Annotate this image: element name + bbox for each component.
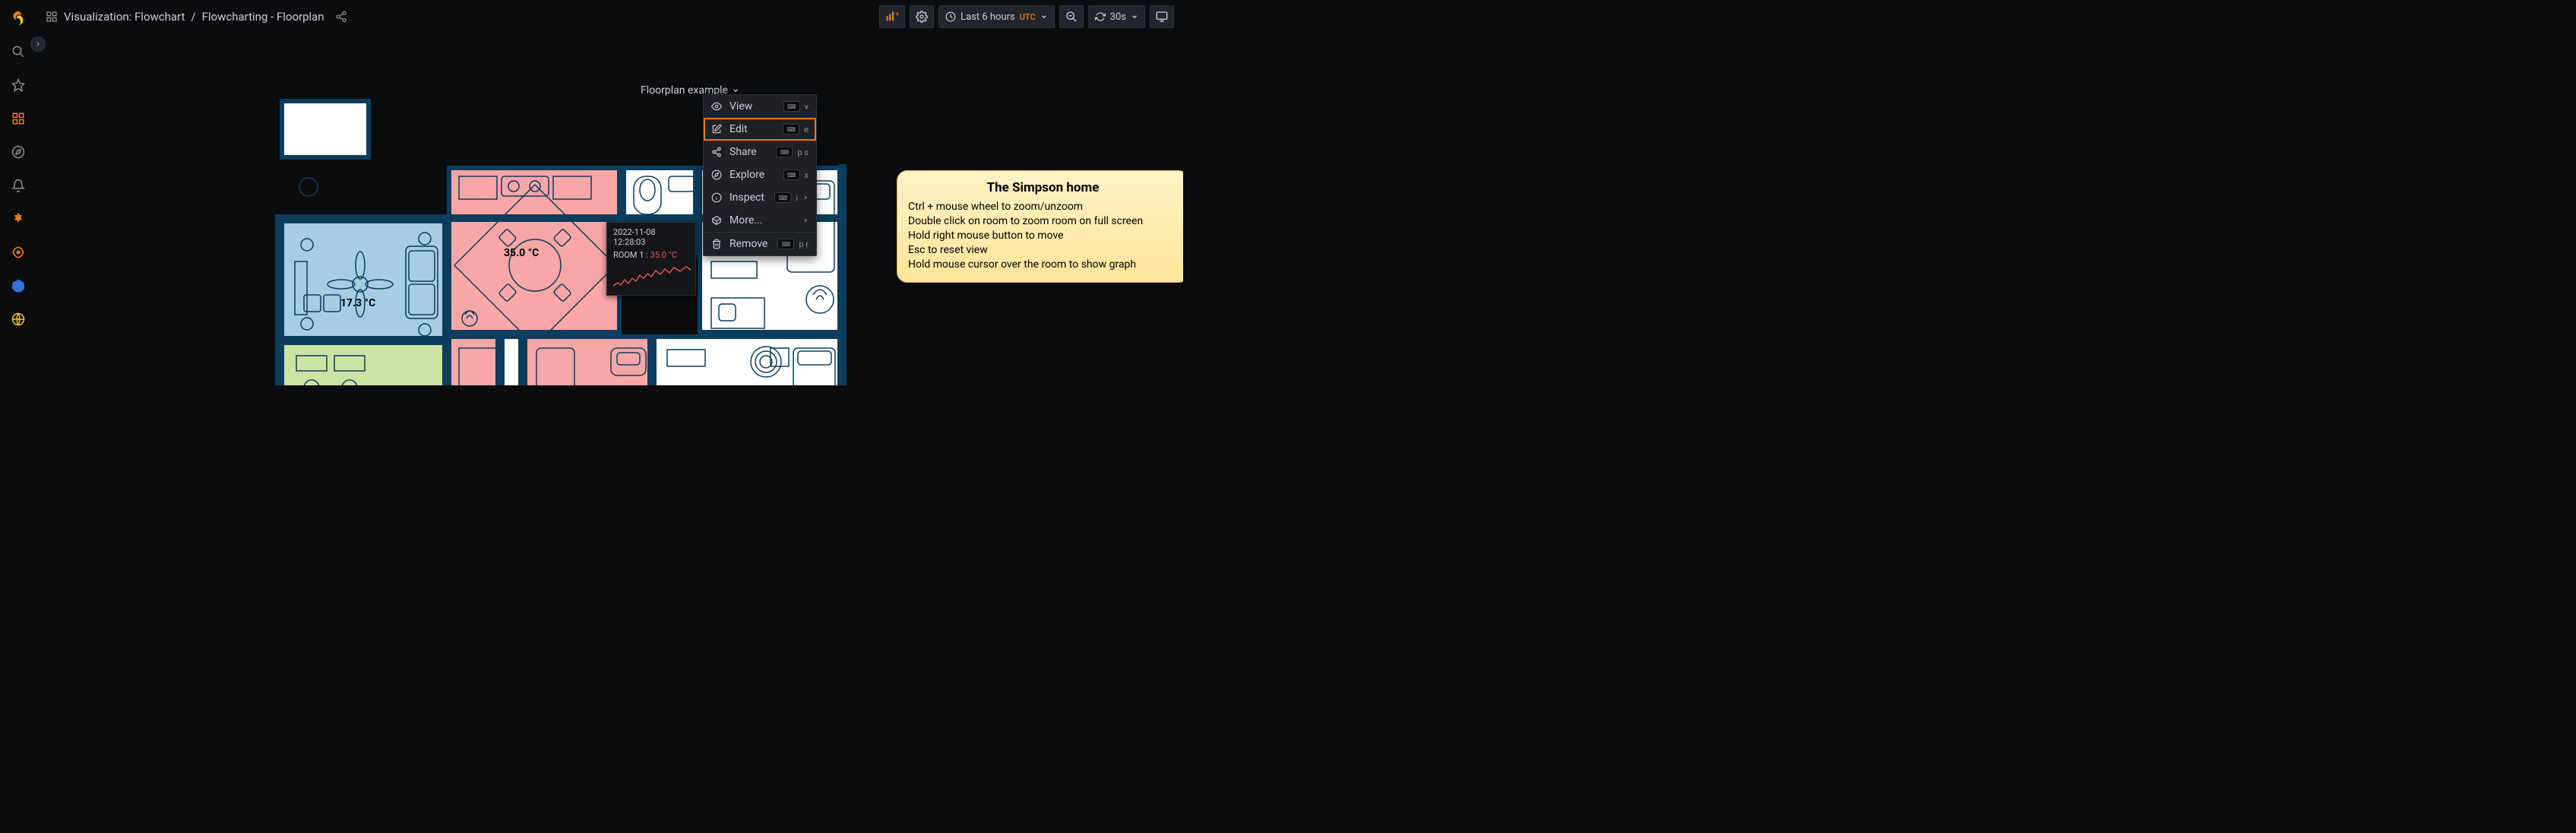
utc-badge: UTC <box>1020 12 1036 22</box>
edit-icon <box>711 124 722 135</box>
search-icon[interactable] <box>6 40 30 64</box>
chevron-right-icon <box>802 195 809 201</box>
menu-explore[interactable]: Explore ⌨ x <box>704 163 816 186</box>
dashboards-icon[interactable] <box>6 106 30 131</box>
grafana-logo-icon[interactable] <box>6 6 30 30</box>
menu-explore-label: Explore <box>729 169 764 181</box>
room-living[interactable] <box>280 219 447 340</box>
room-kitchen-temp: 35.0 °C <box>504 247 539 259</box>
menu-edit-label: Edit <box>729 123 748 135</box>
menu-remove-key: p r <box>799 239 809 249</box>
menu-remove-label: Remove <box>729 238 767 250</box>
menu-remove[interactable]: Remove ⌨ p r <box>704 233 816 255</box>
menu-share[interactable]: Share ⌨ p s <box>704 141 816 163</box>
add-panel-button[interactable]: + <box>879 5 905 28</box>
menu-view[interactable]: View ⌨ v <box>704 95 816 118</box>
menu-more-label: More... <box>729 214 762 226</box>
keyboard-icon: ⌨ <box>777 239 794 249</box>
kubernetes-icon[interactable] <box>6 274 30 298</box>
info-line4: Esc to reset view <box>908 243 1178 258</box>
explore-icon[interactable] <box>6 140 30 164</box>
time-range-label: Last 6 hours <box>960 11 1015 23</box>
menu-share-key: p s <box>797 147 809 157</box>
keyboard-icon: ⌨ <box>783 101 800 112</box>
menu-more[interactable]: More... <box>704 209 816 232</box>
zoom-out-button[interactable] <box>1059 5 1084 28</box>
room-living-temp: 17.3 °C <box>340 297 375 309</box>
info-line5: Hold mouse cursor over the room to show … <box>908 258 1178 272</box>
star-icon[interactable] <box>6 73 30 97</box>
tooltip-timestamp: 2022-11-08 12:28:03 <box>613 227 689 247</box>
breadcrumb-current[interactable]: Flowcharting - Floorplan <box>202 10 324 24</box>
info-line2: Double click on room to zoom room on ful… <box>908 214 1178 229</box>
chevron-down-icon <box>732 87 739 94</box>
info-line3: Hold right mouse button to move <box>908 229 1178 243</box>
info-title: The Simpson home <box>908 180 1178 195</box>
menu-explore-key: x <box>805 170 809 180</box>
room-hall[interactable] <box>447 334 500 385</box>
compass-icon <box>711 169 722 180</box>
sidebar-collapse-handle[interactable] <box>30 36 46 52</box>
share-icon <box>711 147 722 157</box>
info-line1: Ctrl + mouse wheel to zoom/unzoom <box>908 200 1178 214</box>
room-study[interactable] <box>280 340 447 385</box>
toolbar-right: + Last 6 hours UTC 30s <box>879 5 1174 28</box>
settings-button[interactable] <box>910 5 934 28</box>
menu-view-label: View <box>729 100 752 112</box>
cube-icon <box>711 215 722 226</box>
tooltip-value: 35.0 °C <box>650 250 677 260</box>
globe-icon[interactable] <box>6 307 30 331</box>
eye-icon <box>711 101 722 112</box>
menu-view-key: v <box>805 102 809 112</box>
breadcrumb: Visualization: Flowchart / Flowcharting … <box>46 10 347 24</box>
chevron-right-icon <box>802 217 809 223</box>
side-navbar <box>0 0 36 385</box>
alert-icon[interactable] <box>6 207 30 231</box>
chevron-down-icon <box>1131 13 1138 21</box>
keyboard-icon: ⌨ <box>776 147 793 157</box>
share-icon[interactable] <box>335 11 347 23</box>
tooltip-series: ROOM 1 : <box>613 250 648 260</box>
time-range-button[interactable]: Last 6 hours UTC <box>938 5 1055 28</box>
info-card: The Simpson home Ctrl + mouse wheel to z… <box>897 170 1183 283</box>
room-guest[interactable] <box>652 334 842 385</box>
breadcrumb-parent[interactable]: Visualization: Flowchart <box>64 10 185 24</box>
menu-inspect-label: Inspect <box>729 192 764 204</box>
svg-text:+: + <box>896 11 900 19</box>
info-icon <box>711 192 722 203</box>
main-panel-area: 17.3 °C <box>36 33 1183 385</box>
room-child[interactable] <box>523 334 652 385</box>
hover-tooltip: 2022-11-08 12:28:03 ROOM 1 : 35.0 °C <box>606 222 696 296</box>
tooltip-sparkline <box>613 263 691 290</box>
plugins-icon[interactable] <box>6 240 30 264</box>
bell-icon[interactable] <box>6 173 30 198</box>
menu-inspect[interactable]: Inspect ⌨ i <box>704 186 816 209</box>
apps-icon[interactable] <box>46 11 58 23</box>
room-closet[interactable] <box>500 334 523 385</box>
menu-edit-key: e <box>804 125 809 135</box>
keyboard-icon: ⌨ <box>783 169 800 180</box>
menu-share-label: Share <box>729 146 757 158</box>
room-garage[interactable] <box>280 99 371 160</box>
keyboard-icon: ⌨ <box>783 124 799 135</box>
keyboard-icon: ⌨ <box>774 192 791 203</box>
chevron-down-icon <box>1040 13 1048 21</box>
top-toolbar: Visualization: Flowchart / Flowcharting … <box>36 0 1183 33</box>
kiosk-button[interactable] <box>1150 5 1174 28</box>
refresh-interval: 30s <box>1110 11 1126 23</box>
breadcrumb-sep: / <box>191 10 195 24</box>
menu-edit[interactable]: Edit ⌨ e <box>704 118 816 141</box>
panel-context-menu: View ⌨ v Edit ⌨ e Share ⌨ p s Explore ⌨ x In… <box>703 94 817 256</box>
trash-icon <box>711 239 722 249</box>
refresh-button[interactable]: 30s <box>1088 5 1145 28</box>
menu-inspect-key: i <box>796 193 798 203</box>
